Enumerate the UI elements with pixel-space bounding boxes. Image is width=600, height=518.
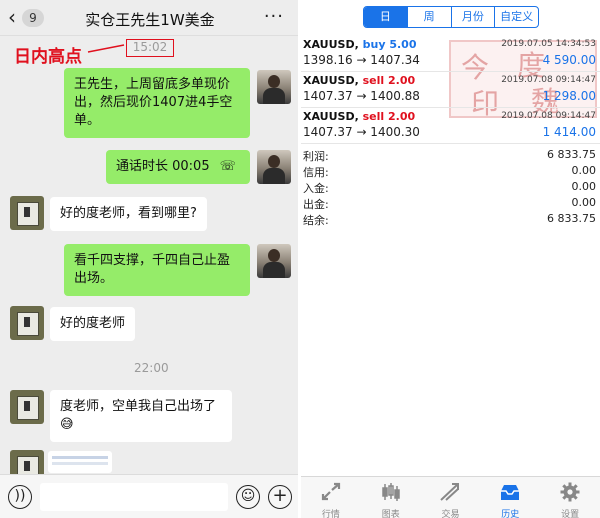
avatar-me[interactable]	[257, 70, 291, 104]
trade-row[interactable]: XAUUSD, buy 5.00 2019.07.05 14:34:53 139…	[301, 36, 600, 72]
avatar-contact[interactable]	[10, 390, 44, 424]
message-bubble: 好的度老师	[50, 307, 136, 341]
trade-prices: 1407.37 → 1400.30	[303, 125, 420, 139]
trade-side: buy	[362, 38, 386, 51]
message-bubble: 度老师，空单我自己出场了😅	[50, 390, 232, 442]
quotes-icon	[321, 482, 340, 501]
back-icon[interactable]: ‹	[8, 6, 16, 28]
trade-icon	[440, 483, 460, 501]
tab-custom[interactable]: 自定义	[494, 7, 538, 27]
nav-quotes[interactable]: 行情	[301, 477, 361, 518]
voice-icon[interactable]: ))	[8, 485, 32, 509]
message-text: 好的度老师	[60, 316, 126, 331]
more-icon[interactable]: ···	[264, 6, 284, 27]
nav-trade[interactable]: 交易	[421, 477, 481, 518]
plus-icon[interactable]: +	[268, 485, 292, 509]
tab-month[interactable]: 月份	[450, 7, 495, 27]
nav-chart[interactable]: 图表	[361, 477, 421, 518]
call-duration: 通话时长 00:05	[116, 159, 210, 174]
nav-history[interactable]: 历史	[480, 477, 540, 518]
trade-prices: 1407.37 → 1400.88	[303, 89, 420, 103]
annotation-arrow	[87, 44, 125, 53]
trade-row[interactable]: XAUUSD, sell 2.00 2019.07.08 09:14:47 14…	[301, 108, 600, 144]
trade-date: 2019.07.05 14:34:53	[501, 39, 596, 49]
chat-header: ‹ 9 实仓王先生1W美金 ···	[0, 0, 298, 36]
trade-side: sell	[362, 74, 385, 87]
message-text: 度老师，空单我自己出场了😅	[60, 399, 217, 432]
trade-profit: 1 298.00	[542, 89, 596, 103]
message-bubble: 王先生，上周留底多单现价出，然后现价1407进4手空单。	[64, 68, 250, 138]
call-bubble[interactable]: 通话时长 00:05 ☏	[106, 150, 250, 184]
trade-profit: 1 414.00	[542, 125, 596, 139]
settings-icon	[560, 482, 580, 502]
tab-day[interactable]: 日	[364, 7, 407, 27]
summary-row-withdrawal: 出金: 0.00	[303, 196, 596, 211]
image-message-thumbnail[interactable]	[48, 451, 112, 473]
period-segmented-control: 日 周 月份 自定义	[363, 6, 539, 28]
summary-row-deposit: 入金: 0.00	[303, 180, 596, 195]
summary-row-balance: 结余: 6 833.75	[303, 212, 596, 227]
tab-week[interactable]: 周	[406, 7, 451, 27]
annotation-label: 日内高点	[14, 47, 82, 67]
chat-panel: ‹ 9 实仓王先生1W美金 ··· 日内高点 15:02 王先生，上周留底多单现…	[0, 0, 298, 518]
message-text: 王先生，上周留底多单现价出，然后现价1407进4手空单。	[74, 77, 233, 128]
trade-title: XAUUSD, buy 5.00	[303, 38, 417, 51]
trade-date: 2019.07.08 09:14:47	[501, 111, 596, 121]
message-text: 看千四支撑，千四自己止盈出场。	[74, 253, 231, 286]
message-bubble: 好的度老师，看到哪里?	[50, 197, 207, 231]
summary-row-profit: 利润: 6 833.75	[303, 148, 596, 163]
emoji-icon[interactable]: ☺	[236, 485, 260, 509]
message-text: 好的度老师，看到哪里?	[60, 206, 197, 221]
avatar-contact[interactable]	[10, 306, 44, 340]
trade-side: sell	[362, 110, 385, 123]
chart-icon	[381, 483, 400, 501]
trade-row[interactable]: XAUUSD, sell 2.00 2019.07.08 09:14:47 14…	[301, 72, 600, 108]
trade-prices: 1398.16 → 1407.34	[303, 53, 420, 67]
chat-title: 实仓王先生1W美金	[85, 11, 215, 29]
timestamp: 22:00	[134, 361, 169, 375]
account-summary: 利润: 6 833.75 信用: 0.00 入金: 0.00 出金: 0.00 结余: 6…	[301, 147, 600, 227]
summary-row-credit: 信用: 0.00	[303, 164, 596, 179]
phone-icon: ☏	[219, 159, 236, 174]
timestamp-highlighted: 15:02	[126, 39, 174, 57]
chat-input-bar: )) ☺ +	[0, 474, 298, 518]
trade-profit: 4 590.00	[542, 53, 596, 67]
nav-settings[interactable]: 设置	[540, 477, 600, 518]
trade-lots: 2.00	[388, 74, 416, 87]
message-input[interactable]	[40, 483, 228, 511]
trade-title: XAUUSD, sell 2.00	[303, 74, 416, 87]
trade-title: XAUUSD, sell 2.00	[303, 110, 416, 123]
trade-lots: 2.00	[388, 110, 416, 123]
trade-lots: 5.00	[389, 38, 417, 51]
bottom-nav: 行情 图表 交易 历史 设置	[301, 476, 600, 518]
unread-badge: 9	[22, 9, 44, 27]
message-bubble: 看千四支撑，千四自己止盈出场。	[64, 244, 250, 296]
history-icon	[501, 485, 520, 500]
avatar-me[interactable]	[257, 244, 291, 278]
avatar-me[interactable]	[257, 150, 291, 184]
avatar-contact[interactable]	[10, 196, 44, 230]
trade-history-panel: 日 周 月份 自定义 今度印魏 XAUUSD, buy 5.00 2019.07…	[301, 0, 600, 518]
trade-date: 2019.07.08 09:14:47	[501, 75, 596, 85]
